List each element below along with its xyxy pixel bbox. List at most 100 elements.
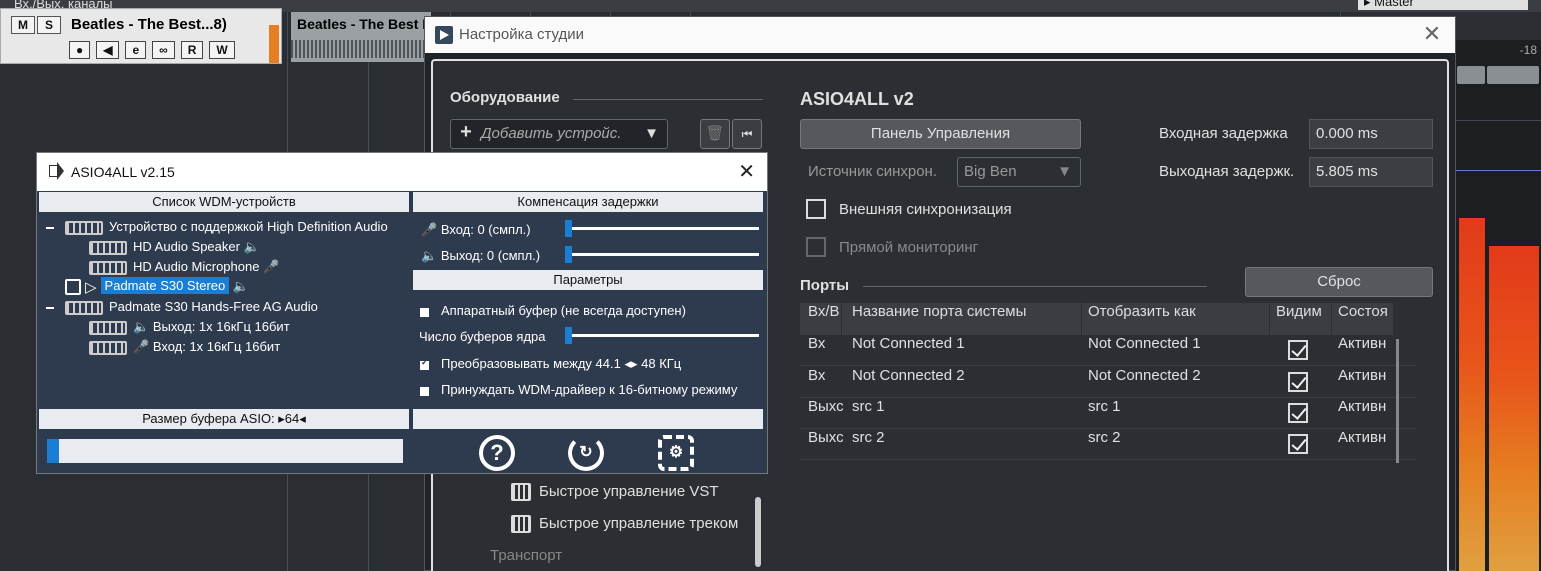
port-display[interactable]: src 1: [1088, 398, 1268, 429]
mute-button[interactable]: M: [11, 16, 35, 34]
record-button[interactable]: ●: [69, 41, 91, 59]
add-device-dropdown[interactable]: + Добавить устройс. ▼: [450, 119, 668, 149]
read-button[interactable]: R: [180, 41, 204, 59]
slider-thumb[interactable]: [565, 327, 572, 344]
convert-checkbox[interactable]: ✓: [420, 357, 429, 370]
hw-buffer-checkbox[interactable]: [420, 308, 429, 317]
visible-checkbox[interactable]: [1288, 340, 1308, 360]
col-visible[interactable]: Видим: [1270, 303, 1332, 335]
device-item[interactable]: 🔈 Выход: 1х 16кГц 16бит: [89, 319, 290, 335]
tree-item-transport[interactable]: Транспорт: [490, 547, 562, 564]
add-device-text: Добавить устройс.: [481, 125, 622, 142]
force16-label: Принуждать WDM-драйвер к 16-битному режи…: [441, 382, 738, 397]
table-row[interactable]: Выхс src 1 src 1 Активн: [800, 398, 1416, 429]
fader-button[interactable]: [1487, 66, 1539, 84]
reset-icon[interactable]: ↻: [568, 435, 604, 471]
port-state: Активн: [1338, 398, 1387, 415]
visible-checkbox[interactable]: [1288, 434, 1308, 454]
db-readout: -18: [1519, 43, 1537, 57]
audio-clip[interactable]: Beatles - The Best II: [291, 12, 431, 62]
solo-button[interactable]: S: [37, 16, 61, 34]
sync-source-dropdown[interactable]: Big Ben ▼: [957, 157, 1081, 187]
device-item[interactable]: HD Audio Speaker 🔈: [89, 239, 260, 255]
external-sync-checkbox[interactable]: [806, 199, 826, 219]
latency-in-slider[interactable]: [565, 220, 759, 237]
tree-item-label: Быстрое управление VST: [539, 483, 719, 500]
tree-item-vst-quick-controls[interactable]: Быстрое управление VST: [511, 483, 719, 502]
plus-icon: +: [460, 121, 472, 143]
settings-icon[interactable]: ⚙: [658, 435, 694, 471]
microphone-icon: 🎤: [133, 339, 150, 354]
edit-button[interactable]: e: [125, 41, 147, 59]
fader-button[interactable]: [1457, 66, 1485, 84]
visible-checkbox[interactable]: [1288, 372, 1308, 392]
collapse-icon[interactable]: [46, 307, 54, 309]
buffer-count-label: Число буферов ядра: [419, 329, 546, 344]
table-scrollbar[interactable]: [1396, 339, 1399, 463]
write-button[interactable]: W: [209, 41, 235, 59]
buffer-size-slider[interactable]: [47, 439, 403, 463]
slider-thumb[interactable]: [47, 439, 59, 463]
col-direction[interactable]: Вх/В: [800, 303, 842, 335]
tree-scrollbar[interactable]: [755, 497, 761, 567]
help-icon[interactable]: ?: [479, 435, 515, 471]
device-item[interactable]: HD Audio Microphone 🎤: [89, 259, 279, 275]
table-row[interactable]: Выхс src 2 src 2 Активн: [800, 429, 1416, 460]
monitor-button[interactable]: ◀: [96, 41, 120, 59]
delete-device-button[interactable]: 🗑: [700, 119, 730, 149]
asio-titlebar: ASIO4ALL v2.15 ✕: [37, 153, 767, 191]
table-row[interactable]: Вх Not Connected 2 Not Connected 2 Актив…: [800, 367, 1416, 398]
level-meter-left: [1459, 218, 1485, 571]
buffer-count-slider[interactable]: [565, 327, 759, 344]
port-name: Not Connected 1: [852, 335, 965, 352]
latency-in-text: Вход: 0 (смпл.): [440, 222, 531, 237]
close-icon[interactable]: ✕: [738, 161, 755, 183]
track-header[interactable]: M S Beatles - The Best...8) ● ◀ e ∞ R W: [0, 8, 282, 64]
visible-checkbox[interactable]: [1288, 403, 1308, 423]
port-display[interactable]: src 2: [1088, 429, 1268, 460]
hw-buffer-label: Аппаратный буфер (не всегда доступен): [441, 303, 686, 318]
force16-checkbox[interactable]: [420, 387, 429, 396]
collapse-icon[interactable]: [46, 227, 54, 229]
direct-monitoring-checkbox[interactable]: [806, 237, 826, 257]
asio-title: ASIO4ALL v2.15: [71, 164, 175, 180]
col-port-name[interactable]: Название порта системы: [844, 303, 1082, 335]
external-sync-label: Внешняя синхронизация: [839, 201, 1012, 218]
meter-gridline: [1453, 170, 1541, 171]
device-item[interactable]: 🎤 Вход: 1х 16кГц 16бит: [89, 339, 280, 355]
device-label: Вход: 1х 16кГц 16бит: [152, 339, 281, 354]
port-display[interactable]: Not Connected 1: [1088, 335, 1268, 366]
meter-gridline: [1453, 120, 1541, 121]
port-display[interactable]: Not Connected 2: [1088, 367, 1268, 398]
reset-button[interactable]: Сброс: [1245, 267, 1433, 297]
slider-thumb[interactable]: [565, 246, 572, 263]
port-name: src 1: [852, 398, 885, 415]
slider-thumb[interactable]: [565, 220, 572, 237]
wdm-list-header: Список WDM-устройств: [39, 192, 409, 212]
speaker-icon: [49, 162, 64, 180]
master-label[interactable]: ▸ Master: [1358, 0, 1528, 10]
convert-label: Преобразовывать между 44.1 ◂▸ 48 КГц: [441, 356, 682, 371]
col-display-as[interactable]: Отобразить как: [1082, 303, 1270, 335]
reset-device-button[interactable]: ⏮: [732, 119, 762, 149]
latency-in-label: 🎤 Вход: 0 (смпл.): [421, 222, 531, 238]
close-icon[interactable]: ✕: [1421, 23, 1443, 45]
control-panel-button[interactable]: Панель Управления: [800, 119, 1081, 149]
link-button[interactable]: ∞: [152, 41, 175, 59]
device-item[interactable]: Устройство с поддержкой High Definition …: [65, 219, 388, 235]
speaker-icon: 🔈: [232, 278, 250, 294]
speaker-icon: 🔈: [421, 248, 438, 263]
col-state[interactable]: Состоя: [1332, 303, 1394, 335]
device-item[interactable]: Padmate S30 Hands-Free AG Audio: [65, 299, 318, 315]
device-item-selected[interactable]: ▷ Padmate S30 Stereo 🔈: [65, 277, 250, 296]
latency-out-slider[interactable]: [565, 246, 759, 263]
device-icon: [89, 240, 127, 255]
chevron-down-icon: ▼: [644, 125, 659, 142]
check-icon: ✓: [421, 357, 429, 367]
hardware-heading: Оборудование: [450, 89, 560, 106]
device-icon: [89, 320, 127, 335]
tree-item-track-quick-controls[interactable]: Быстрое управление треком: [511, 515, 738, 534]
output-latency-label: Выходная задержк.: [1159, 163, 1295, 180]
output-latency-field: 5.805 ms: [1309, 157, 1433, 187]
table-row[interactable]: Вх Not Connected 1 Not Connected 1 Актив…: [800, 335, 1416, 366]
